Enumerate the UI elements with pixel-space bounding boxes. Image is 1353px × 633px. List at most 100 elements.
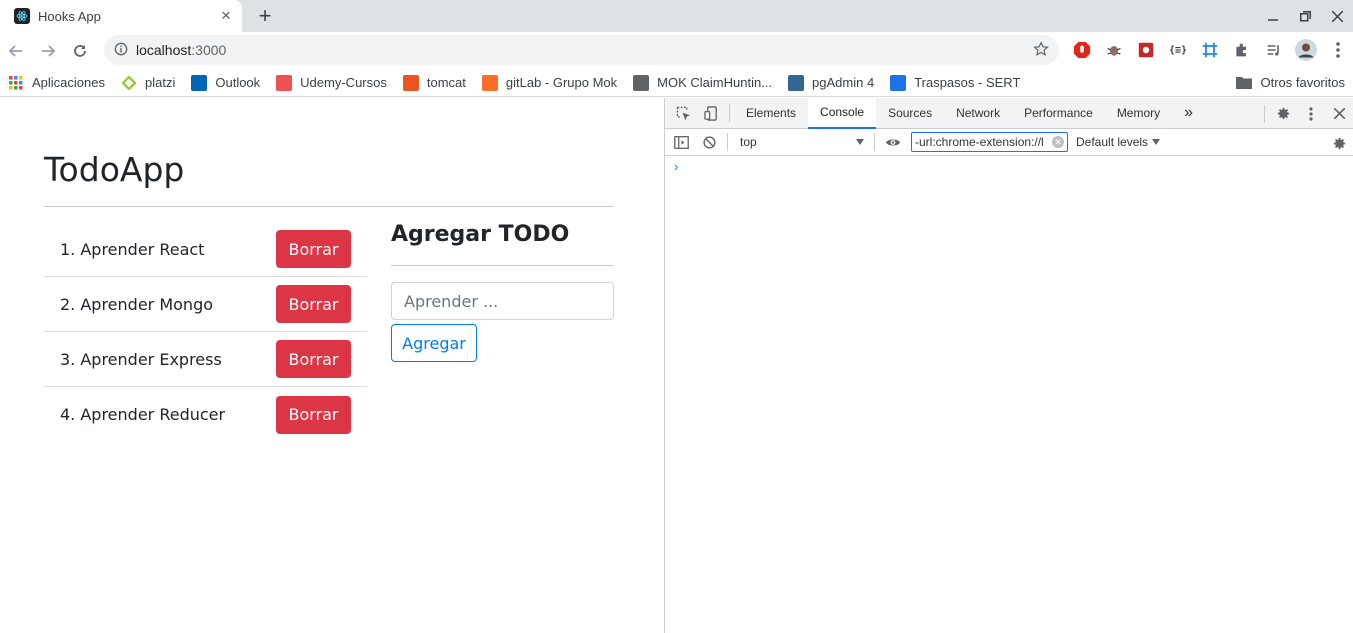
ubuntu-icon [402, 74, 419, 91]
devtools-tab-memory[interactable]: Memory [1105, 98, 1172, 129]
back-icon[interactable] [0, 35, 32, 67]
console-prompt[interactable]: › [665, 156, 1353, 174]
bookmark-item[interactable]: Outlook [191, 74, 261, 91]
dropdown-arrow-icon [856, 139, 864, 145]
console-settings-gear-icon[interactable] [1325, 129, 1353, 157]
bookmark-label: gitLab - Grupo Mok [505, 75, 618, 90]
outlook-icon [191, 74, 208, 91]
new-tab-button[interactable]: + [254, 5, 276, 27]
bookmark-item[interactable]: tomcat [402, 74, 466, 91]
folder-icon [1236, 77, 1253, 89]
bookmark-label: Aplicaciones [32, 75, 105, 90]
devtools-tab-sources[interactable]: Sources [876, 98, 944, 129]
sert-icon [890, 74, 907, 91]
url-host: localhost [136, 42, 192, 58]
log-levels-dropdown[interactable]: Default levels [1076, 135, 1161, 149]
bookmark-label: Traspasos - SERT [914, 75, 1021, 90]
browser-menu-icon[interactable] [1322, 35, 1353, 65]
clear-console-icon[interactable] [695, 128, 723, 156]
image-extension-icon[interactable] [1130, 35, 1162, 65]
bookmark-item[interactable]: Traspasos - SERT [890, 74, 1021, 91]
more-tabs-icon[interactable]: » [1172, 98, 1205, 129]
browser-tab-strip: Hooks App ✕ + [0, 0, 1353, 32]
pgadmin-icon [788, 74, 805, 91]
todo-text[interactable]: 2. Aprender Mongo [60, 295, 213, 314]
toolbar-divider [727, 133, 728, 151]
devtools-actions [1260, 98, 1353, 129]
bookmark-star-icon[interactable] [1033, 41, 1049, 60]
add-todo-input[interactable] [391, 282, 614, 320]
reload-icon[interactable] [64, 35, 96, 67]
url-text: localhost:3000 [136, 42, 226, 58]
bookmark-label: Outlook [215, 75, 261, 90]
live-expression-eye-icon[interactable] [879, 128, 907, 156]
bookmark-item[interactable]: MOK ClaimHuntin... [633, 74, 772, 91]
delete-todo-button[interactable]: Borrar [276, 395, 351, 434]
bookmark-item[interactable]: pgAdmin 4 [788, 74, 875, 91]
profile-avatar-icon[interactable] [1290, 35, 1322, 65]
levels-label: Default levels [1076, 135, 1149, 149]
extensions-puzzle-icon[interactable] [1226, 35, 1258, 65]
delete-todo-button[interactable]: Borrar [276, 230, 351, 268]
gitlab-icon [481, 74, 498, 91]
info-icon[interactable] [114, 42, 128, 59]
todo-text[interactable]: 4. Aprender Reducer [60, 405, 225, 424]
bookmark-label: tomcat [426, 75, 466, 90]
devtools-settings-gear-icon[interactable] [1269, 100, 1297, 128]
restore-icon[interactable] [1289, 2, 1321, 30]
media-queue-icon[interactable] [1258, 35, 1290, 65]
devtools-tab-elements[interactable]: Elements [734, 98, 808, 129]
console-sidebar-icon[interactable] [667, 128, 695, 156]
extensions-area: {≡} [1066, 35, 1353, 65]
delete-todo-button[interactable]: Borrar [276, 285, 351, 323]
other-bookmarks-folder[interactable]: Otros favoritos [1236, 75, 1345, 90]
todo-item: 3. Aprender Express Borrar [44, 332, 367, 387]
bug-extension-icon[interactable] [1098, 35, 1130, 65]
todo-item: 4. Aprender Reducer Borrar [44, 387, 367, 442]
execution-context-select[interactable]: top [732, 132, 870, 152]
close-window-icon[interactable] [1321, 2, 1353, 30]
console-filter-input[interactable]: -url:chrome-extension://l ✕ [911, 132, 1068, 152]
console-toolbar: top -url:chrome-extension://l ✕ Default … [665, 129, 1353, 156]
toolbar-divider [1264, 104, 1265, 123]
chart-icon [633, 74, 650, 91]
bookmark-item[interactable]: gitLab - Grupo Mok [481, 74, 618, 91]
tab-close-icon[interactable]: ✕ [216, 6, 236, 26]
devtools-menu-icon[interactable] [1297, 100, 1325, 128]
devtools-tab-performance[interactable]: Performance [1012, 98, 1105, 129]
udemy-icon [276, 74, 293, 91]
forward-icon[interactable] [32, 35, 64, 67]
bookmark-item[interactable]: Aplicaciones [8, 75, 105, 91]
bookmark-label: pgAdmin 4 [812, 75, 875, 90]
page-title: TodoApp [44, 150, 185, 189]
devtools-tab-console[interactable]: Console [808, 97, 877, 129]
dropdown-arrow-icon [1152, 139, 1161, 145]
clear-filter-icon[interactable]: ✕ [1052, 136, 1064, 148]
minimize-icon[interactable] [1257, 2, 1289, 30]
json-extension-icon[interactable]: {≡} [1162, 35, 1194, 65]
devtools-tab-network[interactable]: Network [944, 98, 1012, 129]
todo-text[interactable]: 1. Aprender React [60, 240, 204, 259]
todo-item: 1. Aprender React Borrar [44, 222, 367, 277]
todo-text[interactable]: 3. Aprender Express [60, 350, 222, 369]
grid-extension-icon[interactable] [1194, 35, 1226, 65]
page-viewport: TodoApp 1. Aprender React Borrar 2. Aprend… [0, 98, 664, 633]
browser-tab[interactable]: Hooks App ✕ [0, 0, 242, 32]
devtools-tab-bar: Elements Console Sources Network Performance… [665, 97, 1353, 129]
add-todo-heading: Agregar TODO [391, 222, 570, 247]
inspect-element-icon[interactable] [669, 99, 697, 127]
address-bar[interactable]: localhost:3000 [104, 35, 1059, 65]
delete-todo-button[interactable]: Borrar [276, 340, 351, 378]
url-port: :3000 [191, 42, 227, 58]
toolbar-divider [874, 133, 875, 151]
device-toolbar-icon[interactable] [697, 99, 725, 127]
filter-text: -url:chrome-extension://l [915, 135, 1044, 149]
bookmark-item[interactable]: Udemy-Cursos [276, 74, 387, 91]
bookmark-item[interactable]: platzi [121, 75, 175, 91]
title-divider [44, 206, 614, 207]
react-logo-icon [14, 8, 30, 24]
adblock-extension-icon[interactable] [1066, 35, 1098, 65]
bookmarks-bar: Aplicaciones platzi Outlook Udemy-Cursos tom… [0, 69, 1353, 97]
add-todo-button[interactable]: Agregar [391, 324, 477, 362]
close-devtools-icon[interactable] [1325, 100, 1353, 128]
